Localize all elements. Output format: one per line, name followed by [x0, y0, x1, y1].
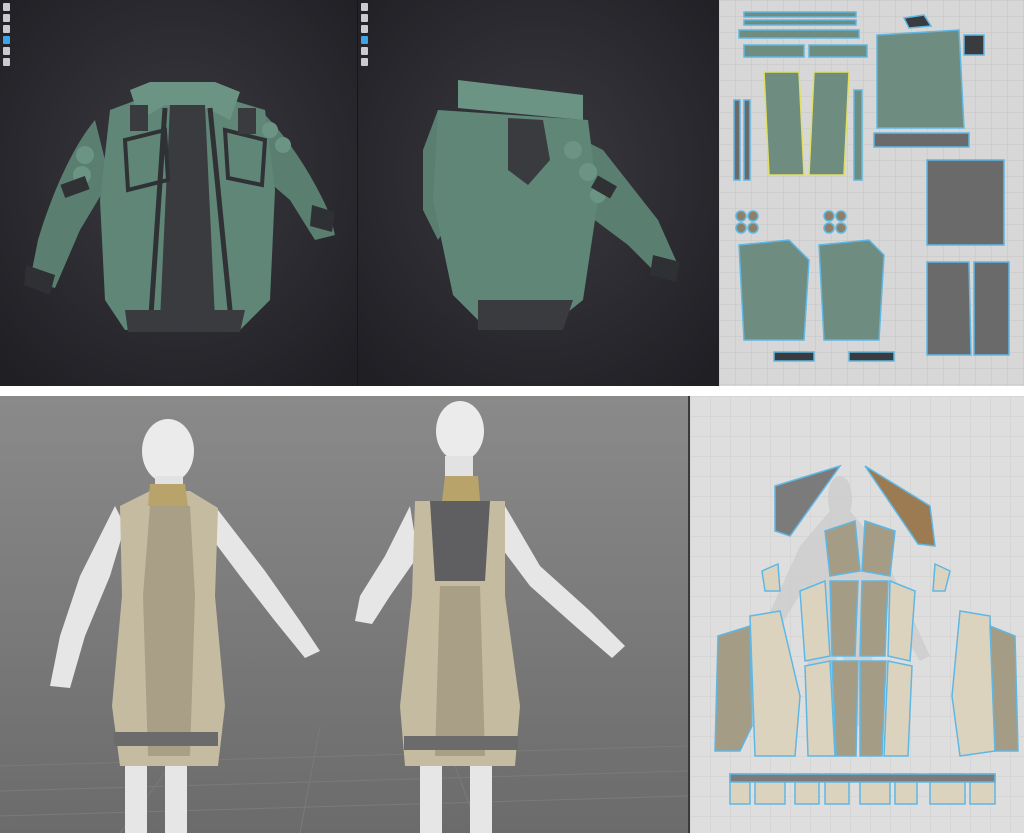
pen-icon[interactable]	[361, 36, 368, 44]
dress-3d-viewport[interactable]	[0, 396, 688, 833]
person-icon[interactable]	[3, 25, 10, 33]
select-icon[interactable]	[3, 3, 10, 11]
viewport-tool-strip	[3, 3, 10, 66]
pen-icon[interactable]	[3, 36, 10, 44]
jacket-front-viewport[interactable]	[0, 0, 358, 386]
move-icon[interactable]	[3, 14, 10, 22]
panel-divider	[0, 386, 1024, 396]
move-icon[interactable]	[361, 14, 368, 22]
fold-icon[interactable]	[3, 47, 10, 55]
person-icon[interactable]	[361, 25, 368, 33]
select-icon[interactable]	[361, 3, 368, 11]
dress-2d-pattern[interactable]	[690, 396, 1024, 833]
pin-icon[interactable]	[3, 58, 10, 66]
fold-icon[interactable]	[361, 47, 368, 55]
jacket-uv-layout[interactable]	[719, 0, 1024, 386]
viewport-tool-strip	[361, 3, 368, 66]
pin-icon[interactable]	[361, 58, 368, 66]
jacket-back-viewport[interactable]	[358, 0, 719, 386]
